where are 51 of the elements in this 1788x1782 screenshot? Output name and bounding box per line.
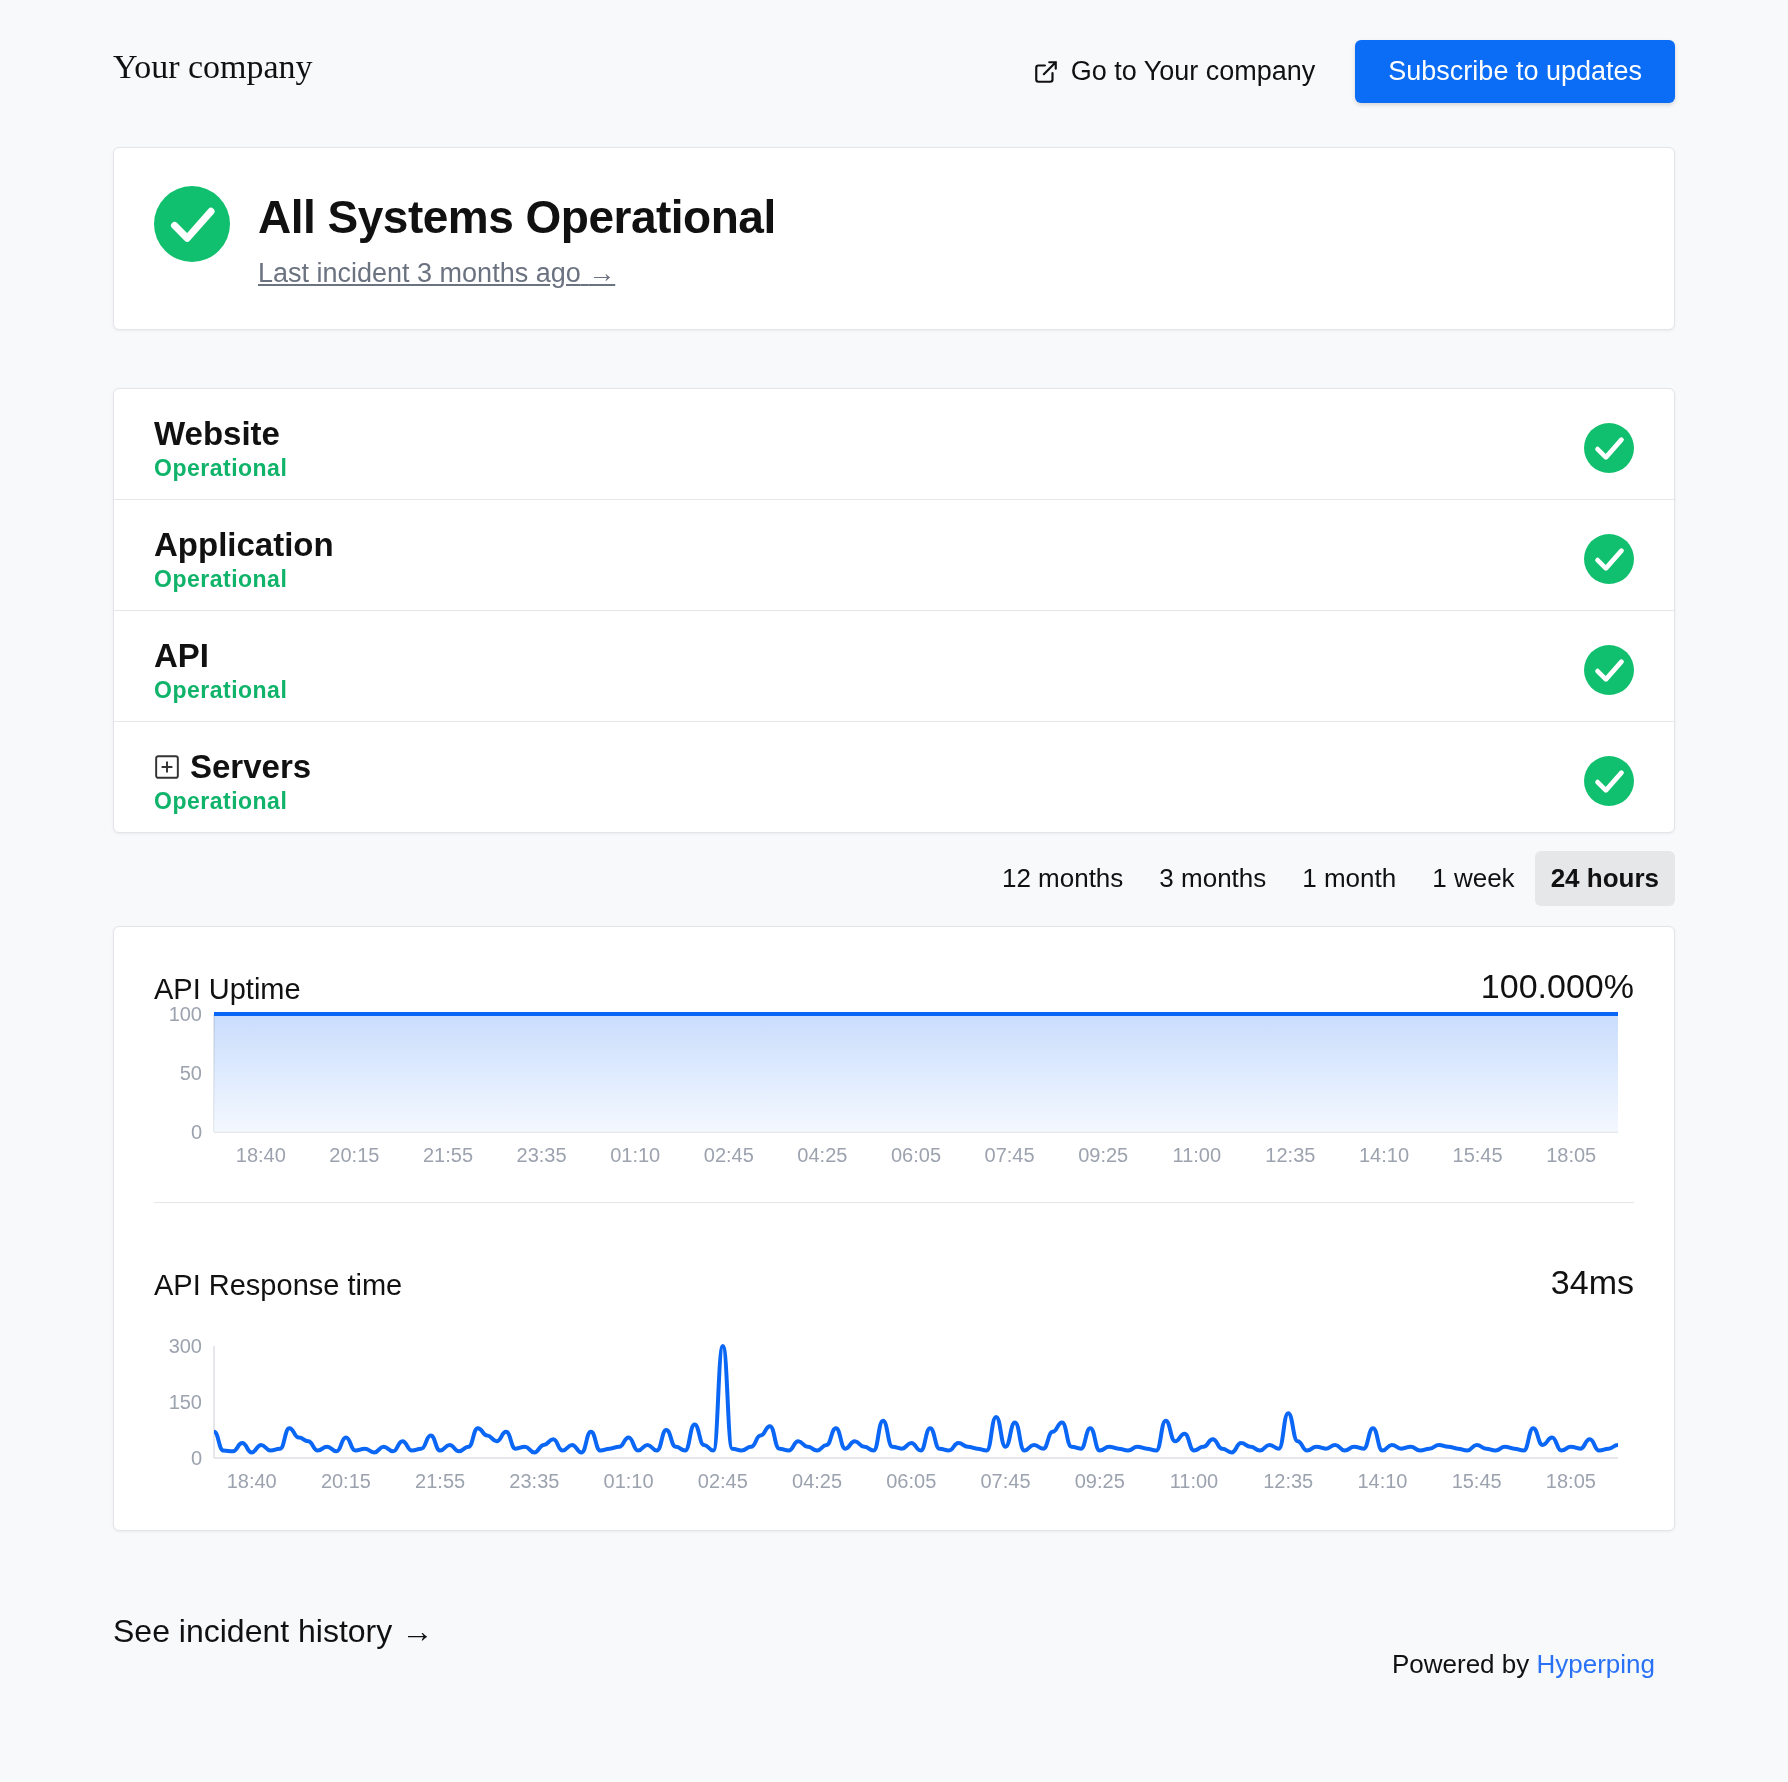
x-tick-label: 09:25 bbox=[1074, 1470, 1125, 1492]
x-tick-label: 04:25 bbox=[792, 1470, 843, 1492]
service-status: Operational bbox=[154, 676, 289, 704]
overall-status-title: All Systems Operational bbox=[258, 190, 776, 244]
x-tick-label: 23:35 bbox=[509, 1470, 560, 1492]
x-tick-label: 18:40 bbox=[235, 1144, 286, 1166]
service-name: Application bbox=[154, 525, 334, 564]
x-tick-label: 18:05 bbox=[1545, 1470, 1596, 1492]
x-tick-label: 15:45 bbox=[1451, 1470, 1502, 1492]
chart-title: API Uptime bbox=[154, 973, 301, 1006]
y-tick-label: 0 bbox=[190, 1447, 202, 1469]
x-tick-label: 14:10 bbox=[1358, 1144, 1410, 1166]
service-name: API bbox=[154, 636, 209, 675]
x-tick-label: 12:35 bbox=[1263, 1470, 1314, 1492]
service-status: Operational bbox=[154, 787, 289, 815]
x-tick-label: 12:35 bbox=[1265, 1144, 1316, 1166]
x-tick-label: 20:15 bbox=[320, 1470, 371, 1492]
y-tick-label: 150 bbox=[168, 1391, 202, 1413]
chart-value: 34ms bbox=[1550, 1263, 1634, 1302]
x-tick-label: 04:25 bbox=[797, 1144, 848, 1166]
x-tick-label: 07:45 bbox=[980, 1470, 1031, 1492]
x-tick-label: 20:15 bbox=[329, 1144, 380, 1166]
y-tick-label: 50 bbox=[179, 1062, 202, 1084]
service-status: Operational bbox=[154, 454, 289, 482]
powered-by-text: Powered by Hyperping bbox=[1391, 1649, 1655, 1680]
x-tick-label: 18:40 bbox=[226, 1470, 277, 1492]
x-tick-label: 14:10 bbox=[1357, 1470, 1408, 1492]
chart-value: 100.000% bbox=[1480, 967, 1634, 1006]
company-name: Your company bbox=[113, 47, 314, 86]
x-tick-label: 01:10 bbox=[603, 1470, 654, 1492]
service-name: Servers bbox=[190, 747, 312, 786]
service-status: Operational bbox=[154, 565, 289, 593]
x-tick-label: 02:45 bbox=[703, 1144, 754, 1166]
x-tick-label: 06:05 bbox=[886, 1470, 937, 1492]
chart-title: API Response time bbox=[154, 1269, 403, 1302]
x-tick-label: 07:45 bbox=[984, 1144, 1035, 1166]
x-tick-label: 18:05 bbox=[1546, 1144, 1597, 1166]
x-tick-label: 02:45 bbox=[697, 1470, 748, 1492]
x-tick-label: 11:00 bbox=[1169, 1470, 1219, 1492]
y-tick-label: 0 bbox=[190, 1121, 202, 1143]
x-tick-label: 21:55 bbox=[422, 1144, 474, 1166]
x-tick-label: 01:10 bbox=[610, 1144, 661, 1166]
x-tick-label: 06:05 bbox=[890, 1144, 942, 1166]
x-tick-label: 09:25 bbox=[1078, 1144, 1129, 1166]
x-tick-label: 21:55 bbox=[415, 1470, 466, 1492]
x-tick-label: 11:00 bbox=[1172, 1144, 1222, 1166]
y-tick-label: 100 bbox=[168, 1006, 202, 1025]
service-name: Website bbox=[154, 414, 280, 453]
x-tick-label: 23:35 bbox=[516, 1144, 567, 1166]
x-tick-label: 15:45 bbox=[1452, 1144, 1503, 1166]
y-tick-label: 300 bbox=[168, 1338, 202, 1357]
